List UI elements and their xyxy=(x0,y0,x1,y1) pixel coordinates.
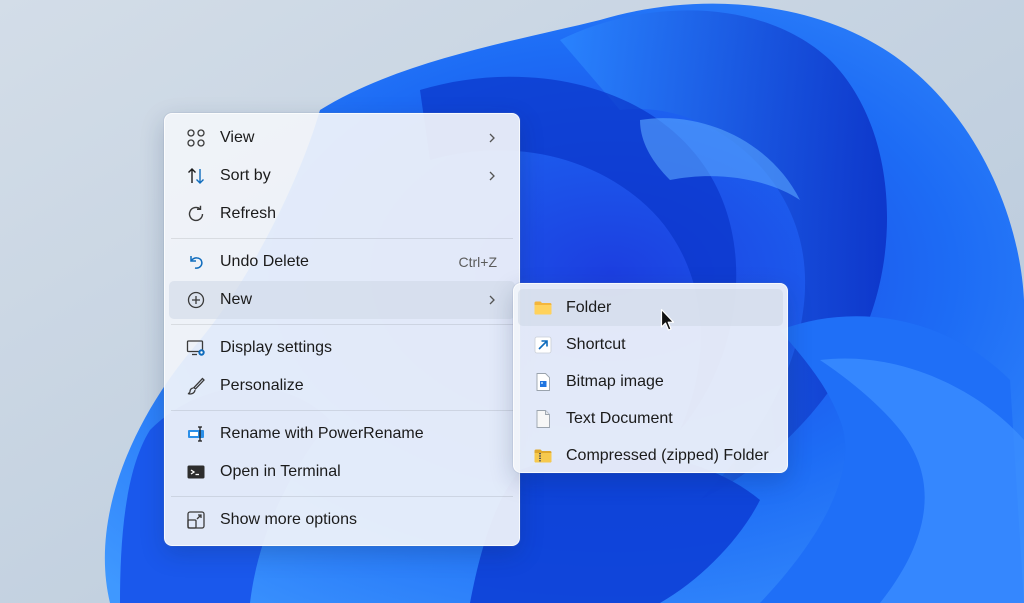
sort-icon xyxy=(183,163,209,189)
mouse-cursor-icon xyxy=(660,308,675,331)
submenu-item-label: Text Document xyxy=(566,410,673,428)
submenu-item-text-document[interactable]: Text Document xyxy=(518,401,783,438)
menu-item-label: Refresh xyxy=(220,205,277,222)
plus-circle-icon xyxy=(183,287,209,313)
submenu-item-label: Bitmap image xyxy=(566,372,664,390)
zip-folder-icon xyxy=(530,443,556,469)
submenu-item-folder[interactable]: Folder xyxy=(518,289,783,327)
chevron-right-icon xyxy=(489,295,495,305)
refresh-icon xyxy=(183,201,209,227)
menu-separator xyxy=(171,238,513,239)
bitmap-icon xyxy=(530,369,556,395)
menu-item-display-settings[interactable]: Display settings xyxy=(169,329,515,367)
shortcut-icon xyxy=(530,332,556,358)
menu-item-label: Personalize xyxy=(220,377,304,394)
menu-separator xyxy=(171,410,513,411)
submenu-item-compressed-zipped-folder[interactable]: Compressed (zipped) Folder xyxy=(518,438,783,475)
new-submenu: Folder Shortcut Bitmap image Text Docume… xyxy=(513,283,788,473)
menu-item-personalize[interactable]: Personalize xyxy=(169,367,515,405)
menu-item-new[interactable]: New xyxy=(169,281,515,319)
menu-item-label: Rename with PowerRename xyxy=(220,425,424,442)
shortcut-hint: Ctrl+Z xyxy=(458,254,498,270)
menu-item-label: Show more options xyxy=(220,511,357,528)
menu-item-label: Undo Delete xyxy=(220,253,309,270)
menu-item-label: New xyxy=(220,291,253,308)
submenu-item-label: Shortcut xyxy=(566,335,626,353)
folder-icon xyxy=(530,295,556,321)
menu-item-label: Sort by xyxy=(220,167,271,184)
menu-item-label: Display settings xyxy=(220,339,333,356)
chevron-right-icon xyxy=(489,133,495,143)
menu-item-undo-delete[interactable]: Undo Delete Ctrl+Z xyxy=(169,243,515,281)
menu-item-label: View xyxy=(220,129,255,146)
menu-separator xyxy=(171,496,513,497)
chevron-right-icon xyxy=(489,171,495,181)
menu-item-open-in-terminal[interactable]: Open in Terminal xyxy=(169,453,515,491)
text-document-icon xyxy=(530,406,556,432)
menu-separator xyxy=(171,324,513,325)
grid-icon xyxy=(183,125,209,151)
menu-item-refresh[interactable]: Refresh xyxy=(169,195,515,233)
powerrename-icon xyxy=(183,421,209,447)
brush-icon xyxy=(183,373,209,399)
undo-icon xyxy=(183,249,209,275)
display-settings-icon xyxy=(183,335,209,361)
more-options-icon xyxy=(183,507,209,533)
menu-item-label: Open in Terminal xyxy=(220,463,341,480)
menu-item-show-more-options[interactable]: Show more options xyxy=(169,501,515,539)
terminal-icon xyxy=(183,459,209,485)
menu-item-view[interactable]: View xyxy=(169,119,515,157)
menu-item-sort-by[interactable]: Sort by xyxy=(169,157,515,195)
submenu-item-shortcut[interactable]: Shortcut xyxy=(518,326,783,363)
desktop-context-menu: View Sort by Refresh Undo Delete Ctrl+Z … xyxy=(164,113,520,546)
submenu-item-label: Compressed (zipped) Folder xyxy=(566,447,769,465)
submenu-item-bitmap-image[interactable]: Bitmap image xyxy=(518,363,783,400)
menu-item-rename-with-powerrename[interactable]: Rename with PowerRename xyxy=(169,415,515,453)
